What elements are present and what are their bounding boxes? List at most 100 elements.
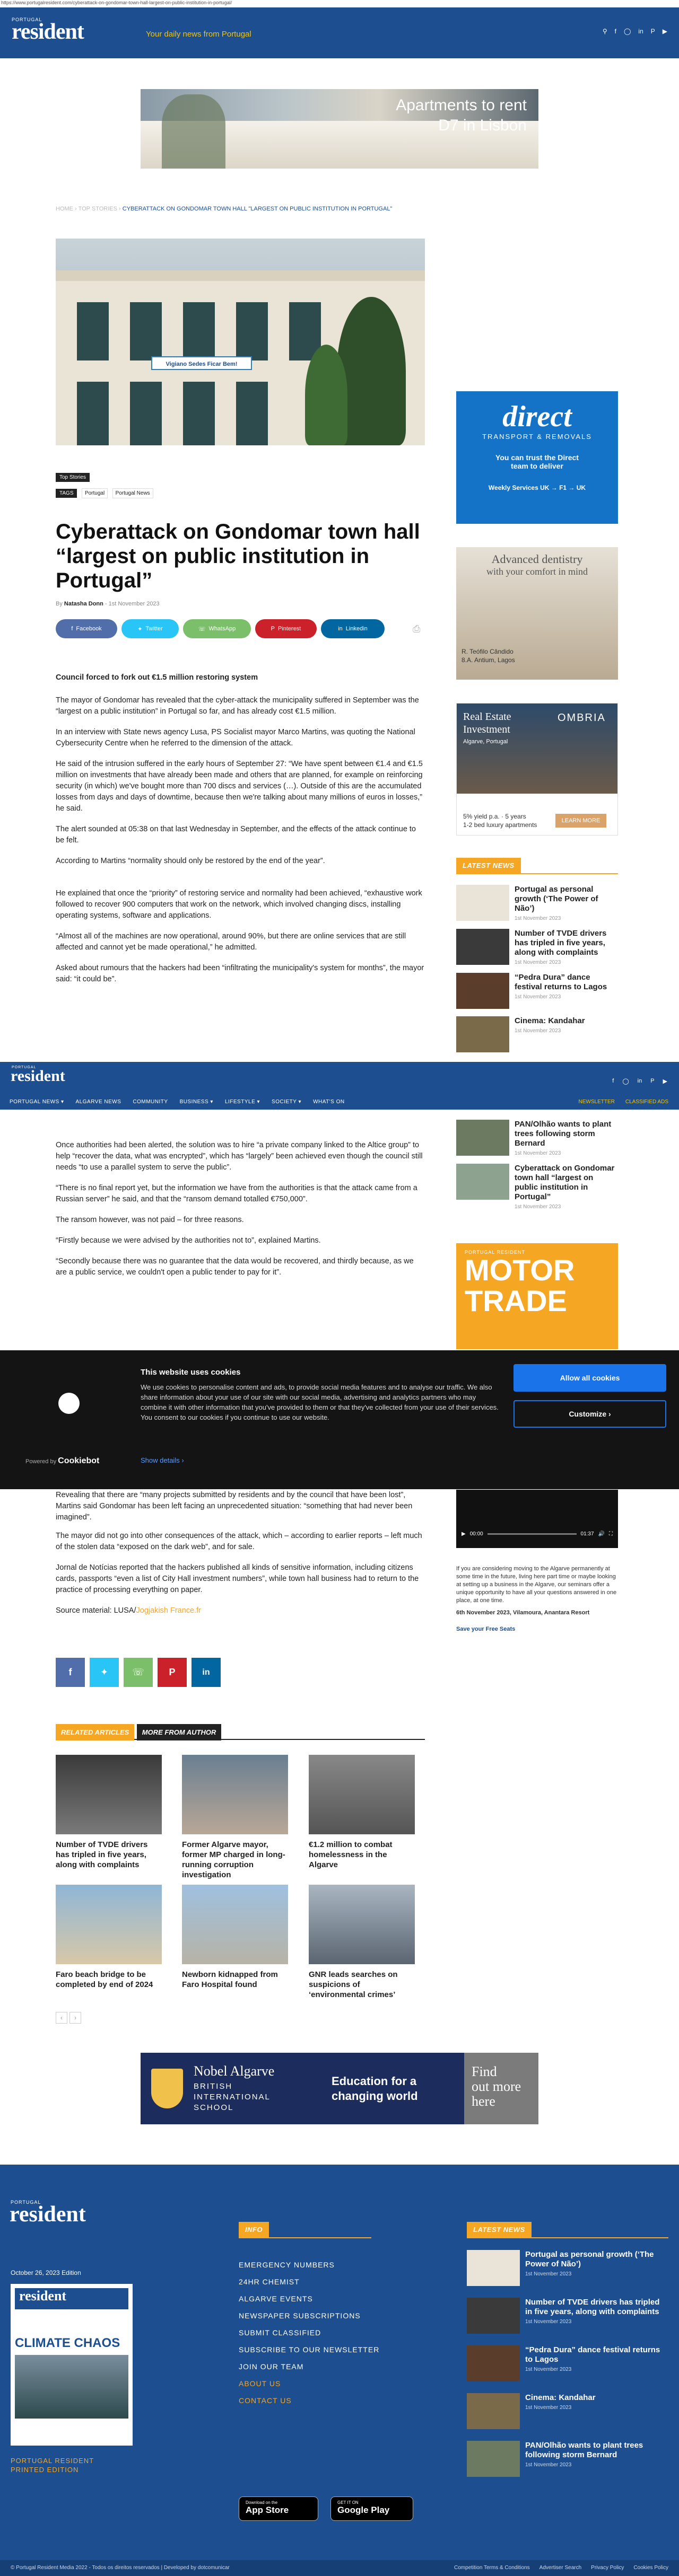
footer-link[interactable]: ABOUT US xyxy=(239,2375,379,2392)
fullscreen-icon[interactable]: ⛶ xyxy=(609,1531,613,1537)
linkedin-icon[interactable]: in xyxy=(638,28,643,35)
share-linkedin-button[interactable]: in Linkedin xyxy=(321,619,385,638)
latest-news-item[interactable]: Number of TVDE drivers has tripled in fi… xyxy=(456,929,618,965)
footer-legal-link[interactable]: Competition Terms & Conditions xyxy=(454,2565,530,2571)
footer-link[interactable]: EMERGENCY NUMBERS xyxy=(239,2256,379,2273)
school-brand: Nobel Algarve xyxy=(194,2063,275,2079)
play-icon[interactable]: ▶ xyxy=(462,1531,466,1537)
linkedin-icon[interactable]: in xyxy=(638,1078,642,1085)
related-card[interactable]: Number of TVDE drivers has tripled in fi… xyxy=(56,1755,162,1870)
school-ad-banner[interactable]: Nobel Algarve BRITISH INTERNATIONAL SCHO… xyxy=(141,2053,538,2124)
footer-news-item[interactable]: Portugal as personal growth (‘The Power … xyxy=(467,2250,668,2286)
facebook-icon[interactable]: f xyxy=(56,1658,85,1687)
app-store-button[interactable]: Download on the App Store xyxy=(239,2496,318,2521)
nav-society[interactable]: SOCIETY ▾ xyxy=(272,1099,301,1105)
tab-more-from-author[interactable]: MORE FROM AUTHOR xyxy=(136,1724,222,1740)
nav-business[interactable]: BUSINESS ▾ xyxy=(180,1099,213,1105)
whatsapp-icon[interactable]: ☏ xyxy=(124,1658,153,1687)
share-twitter-button[interactable]: ✦ Twitter xyxy=(121,619,179,638)
linkedin-icon[interactable]: in xyxy=(191,1658,221,1687)
facebook-icon[interactable]: f xyxy=(612,1078,614,1085)
twitter-icon: ✦ xyxy=(137,626,143,632)
related-card[interactable]: Newborn kidnapped from Faro Hospital fou… xyxy=(182,1885,288,1990)
related-card[interactable]: €1.2 million to combat homelessness in t… xyxy=(309,1755,415,1870)
ad-motor-trade[interactable]: PORTUGAL RESIDENT MOTOR TRADE xyxy=(456,1243,618,1349)
instagram-icon[interactable]: ◯ xyxy=(622,1078,629,1085)
nav-portugal-news[interactable]: PORTUGAL NEWS ▾ xyxy=(10,1099,64,1105)
category-badge[interactable]: Top Stories xyxy=(56,473,90,482)
nav-lifestyle[interactable]: LIFESTYLE ▾ xyxy=(225,1099,260,1105)
ad-dentistry[interactable]: Advanced dentistry with your comfort in … xyxy=(456,547,618,680)
pinterest-icon[interactable]: P xyxy=(650,1078,654,1085)
footer-link[interactable]: SUBMIT CLASSIFIED xyxy=(239,2324,379,2341)
footer-link[interactable]: 24HR CHEMIST xyxy=(239,2273,379,2290)
twitter-icon[interactable]: ✦ xyxy=(90,1658,119,1687)
youtube-icon[interactable]: ▶ xyxy=(663,28,667,35)
nav-whats-on[interactable]: WHAT'S ON xyxy=(313,1099,345,1105)
show-details-link[interactable]: Show details › xyxy=(141,1456,184,1464)
related-card[interactable]: Former Algarve mayor, former MP charged … xyxy=(182,1755,288,1880)
prev-page-button[interactable]: ‹ xyxy=(56,2012,67,2024)
search-icon[interactable]: ⚲ xyxy=(603,28,607,35)
top-ad-banner[interactable]: Apartments to rent D7 in Lisbon xyxy=(141,89,538,169)
youtube-icon[interactable]: ▶ xyxy=(663,1078,667,1085)
footer-link[interactable]: JOIN OUR TEAM xyxy=(239,2358,379,2375)
print-icon[interactable]: ⎙ xyxy=(413,623,420,635)
pinterest-icon[interactable]: P xyxy=(651,28,655,35)
footer-legal-link[interactable]: Privacy Policy xyxy=(591,2565,624,2571)
share-pinterest-button[interactable]: P Pinterest xyxy=(255,619,317,638)
footer-link[interactable]: CONTACT US xyxy=(239,2392,379,2409)
allow-all-cookies-button[interactable]: Allow all cookies xyxy=(513,1364,666,1392)
related-card[interactable]: GNR leads searches on suspicions of ‘env… xyxy=(309,1885,415,2000)
footer-news-item[interactable]: “Pedra Dura” dance festival returns to L… xyxy=(467,2345,668,2381)
google-play-button[interactable]: GET IT ON Google Play xyxy=(330,2496,413,2521)
latest-news-item[interactable]: Portugal as personal growth (‘The Power … xyxy=(456,885,618,921)
latest-news-item[interactable]: “Pedra Dura” dance festival returns to L… xyxy=(456,973,618,1009)
breadcrumb-section[interactable]: TOP STORIES xyxy=(79,206,117,212)
share-whatsapp-button[interactable]: ☏ WhatsApp xyxy=(183,619,251,638)
share-facebook-button[interactable]: f Facebook xyxy=(56,619,117,638)
volume-icon[interactable]: 🔊 xyxy=(598,1531,605,1537)
source-link[interactable]: Jogjakish France.fr xyxy=(136,1606,202,1615)
tab-related-articles[interactable]: RELATED ARTICLES xyxy=(56,1724,135,1740)
sticky-logo[interactable]: resident xyxy=(11,1067,65,1085)
ad-real-estate[interactable]: Real Estate Investment Algarve, Portugal… xyxy=(456,703,618,836)
latest-news-item[interactable]: PAN/Olhão wants to plant trees following… xyxy=(456,1120,618,1156)
learn-more-button[interactable]: LEARN MORE xyxy=(555,814,606,828)
print-edition-cover[interactable]: resident CLIMATE CHAOS xyxy=(11,2284,133,2446)
chevron-right-icon: › xyxy=(181,1456,184,1464)
nav-algarve-news[interactable]: ALGARVE NEWS xyxy=(76,1099,121,1105)
author-link[interactable]: Natasha Donn xyxy=(64,601,103,607)
footer-link[interactable]: NEWSPAPER SUBSCRIPTIONS xyxy=(239,2307,379,2324)
nav-community[interactable]: COMMUNITY xyxy=(133,1099,168,1105)
video-player[interactable]: ▶ 00:00 01:37 🔊 ⛶ xyxy=(456,1490,618,1548)
latest-news-item[interactable]: Cinema: Kandahar 1st November 2023 xyxy=(456,1016,618,1052)
ad-direct-transport[interactable]: direct TRANSPORT & REMOVALS You can trus… xyxy=(456,391,618,524)
footer-legal-link[interactable]: Cookies Policy xyxy=(633,2565,668,2571)
footer-news-item[interactable]: Cinema: Kandahar 1st November 2023 xyxy=(467,2393,668,2429)
breadcrumb-home[interactable]: HOME xyxy=(56,206,73,212)
footer-logo[interactable]: resident xyxy=(10,2202,86,2227)
footer-link[interactable]: ALGARVE EVENTS xyxy=(239,2290,379,2307)
latest-news-item[interactable]: Cyberattack on Gondomar town hall “large… xyxy=(456,1164,618,1210)
cookiebot-credit[interactable]: Powered by Cookiebot xyxy=(25,1456,99,1466)
footer-legal-link[interactable]: Advertiser Search xyxy=(539,2565,581,2571)
save-seats-link[interactable]: Save your Free Seats xyxy=(456,1625,618,1633)
facebook-icon[interactable]: f xyxy=(615,28,616,35)
related-card[interactable]: Faro beach bridge to be completed by end… xyxy=(56,1885,162,1990)
next-page-button[interactable]: › xyxy=(69,2012,81,2024)
nav-newsletter[interactable]: NEWSLETTER xyxy=(579,1099,615,1105)
tag-link[interactable]: Portugal News xyxy=(112,488,153,498)
nav-classified[interactable]: CLASSIFIED ADS xyxy=(625,1099,668,1105)
footer-news-item[interactable]: PAN/Olhão wants to plant trees following… xyxy=(467,2441,668,2477)
tag-link[interactable]: Portugal xyxy=(81,488,108,498)
seek-bar[interactable] xyxy=(487,1533,577,1535)
footer-link[interactable]: SUBSCRIBE TO OUR NEWSLETTER xyxy=(239,2341,379,2358)
pinterest-icon[interactable]: P xyxy=(158,1658,187,1687)
customize-cookies-button[interactable]: Customize › xyxy=(513,1400,666,1428)
related-title: GNR leads searches on suspicions of ‘env… xyxy=(309,1970,398,1999)
site-logo[interactable]: resident xyxy=(12,19,84,45)
footer-news-item[interactable]: Number of TVDE drivers has tripled in fi… xyxy=(467,2298,668,2334)
instagram-icon[interactable]: ◯ xyxy=(624,28,631,35)
find-out-more-button[interactable]: Find out more here xyxy=(464,2053,538,2124)
